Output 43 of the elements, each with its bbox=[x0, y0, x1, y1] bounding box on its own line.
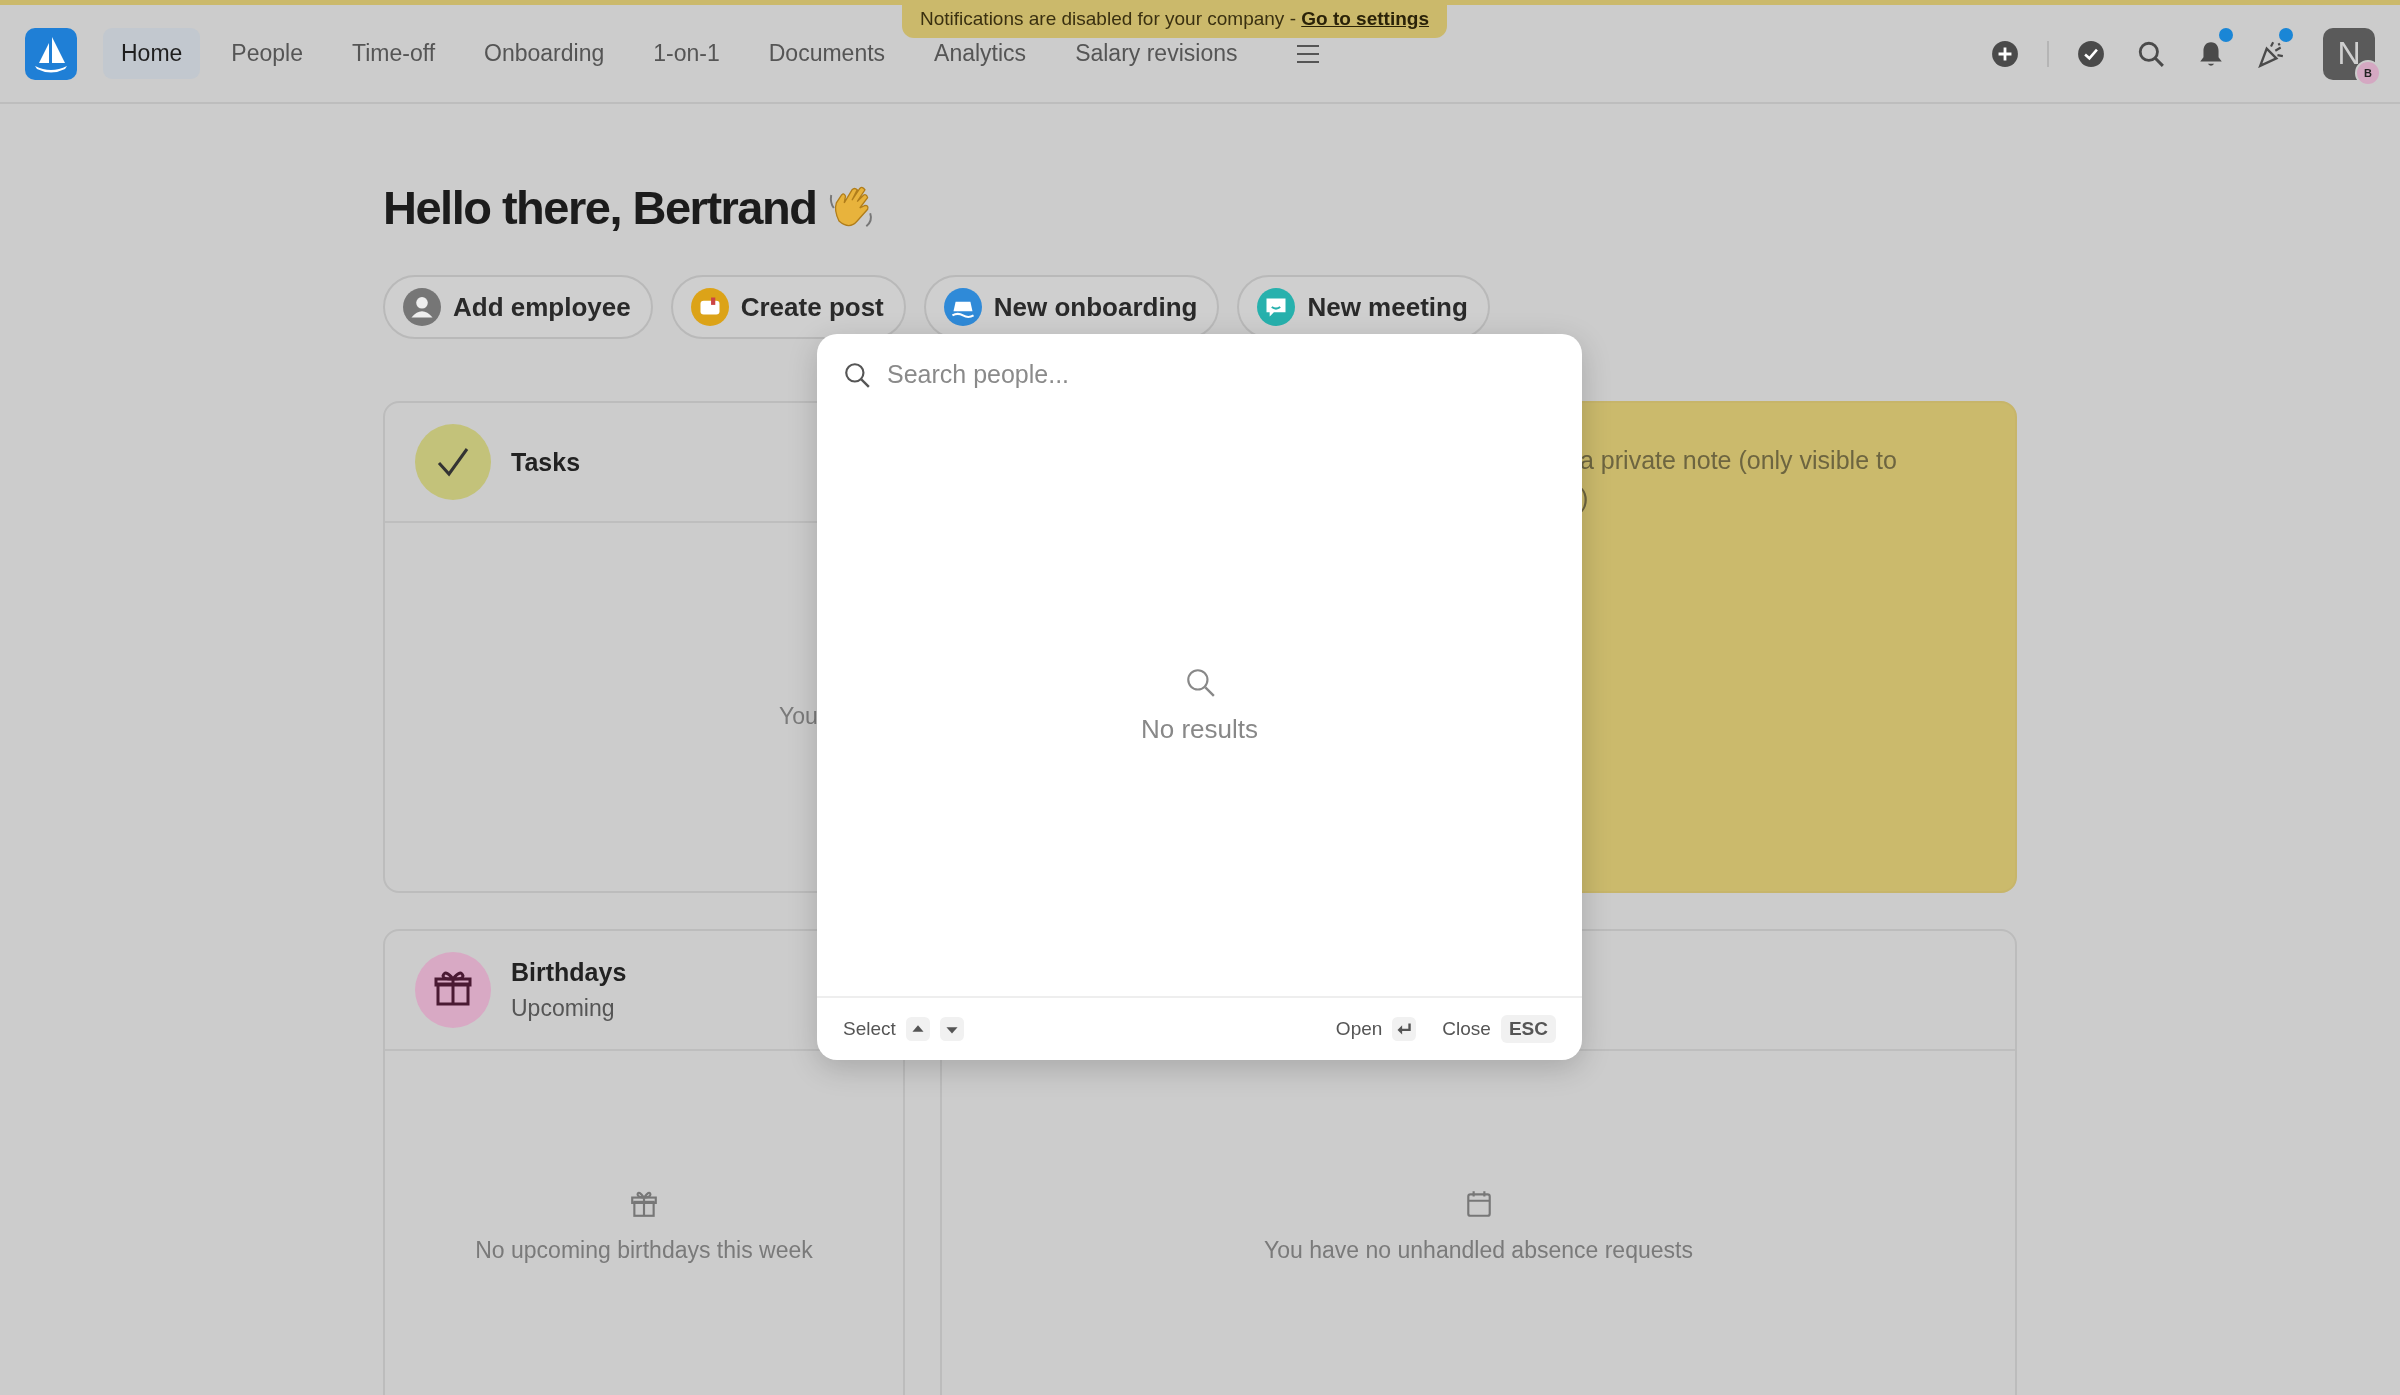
gift-icon bbox=[415, 952, 491, 1028]
quick-action-button[interactable]: Create post bbox=[670, 275, 906, 339]
boat-icon bbox=[943, 288, 982, 326]
nav-tab[interactable]: Onboarding bbox=[466, 28, 623, 79]
hint-label: Close bbox=[1442, 1018, 1491, 1040]
hint-label: Select bbox=[843, 1018, 896, 1040]
down-key-icon bbox=[939, 1017, 964, 1041]
nav-tab[interactable]: Time-off bbox=[334, 28, 454, 79]
enter-key-icon bbox=[1392, 1017, 1417, 1041]
search-icon[interactable] bbox=[2137, 39, 2165, 68]
empty-message: You have no unhandled absence requests bbox=[1264, 1237, 1693, 1264]
nav-tab[interactable]: Home bbox=[103, 28, 201, 79]
esc-key: ESC bbox=[1500, 1015, 1556, 1043]
bell-icon[interactable] bbox=[2197, 39, 2225, 68]
nav-tab[interactable]: 1-on-1 bbox=[635, 28, 738, 79]
card-subtitle: Upcoming bbox=[511, 995, 616, 1022]
sailboat-logo-icon[interactable] bbox=[25, 27, 77, 80]
nav-tab[interactable]: Documents bbox=[750, 28, 904, 79]
check-circle-icon[interactable] bbox=[2077, 39, 2105, 68]
empty-message: No upcoming birthdays this week bbox=[475, 1237, 813, 1264]
banner-text: Notifications are disabled for your company - bbox=[920, 8, 1297, 30]
greeting-heading: Hello there, Bertrand bbox=[383, 180, 817, 235]
no-results-text: No results bbox=[1140, 714, 1258, 745]
settings-link[interactable]: Go to settings bbox=[1301, 8, 1429, 30]
add-icon[interactable] bbox=[1991, 39, 2019, 68]
mailbox-icon bbox=[690, 288, 729, 326]
nav-tab[interactable]: Salary revisions bbox=[1057, 28, 1256, 79]
chat-bubble-icon bbox=[1257, 288, 1296, 326]
note-text: a private note (only visible to bbox=[1580, 445, 1898, 476]
menu-icon[interactable] bbox=[1296, 43, 1321, 64]
search-icon bbox=[843, 360, 871, 389]
gift-icon bbox=[629, 1189, 659, 1219]
card-title: Birthdays bbox=[511, 958, 627, 987]
up-key-icon bbox=[905, 1017, 930, 1041]
hint-label: Open bbox=[1335, 1018, 1383, 1040]
nav-tab[interactable]: Analytics bbox=[916, 28, 1045, 79]
party-popper-icon[interactable] bbox=[2257, 39, 2285, 68]
card-title: Tasks bbox=[511, 447, 581, 477]
nav-tab[interactable]: People bbox=[213, 28, 321, 79]
checkmark-icon bbox=[415, 424, 491, 500]
tasks-message: You bbox=[779, 703, 818, 729]
person-icon bbox=[403, 288, 441, 326]
quick-action-button[interactable]: Add employee bbox=[383, 275, 653, 339]
